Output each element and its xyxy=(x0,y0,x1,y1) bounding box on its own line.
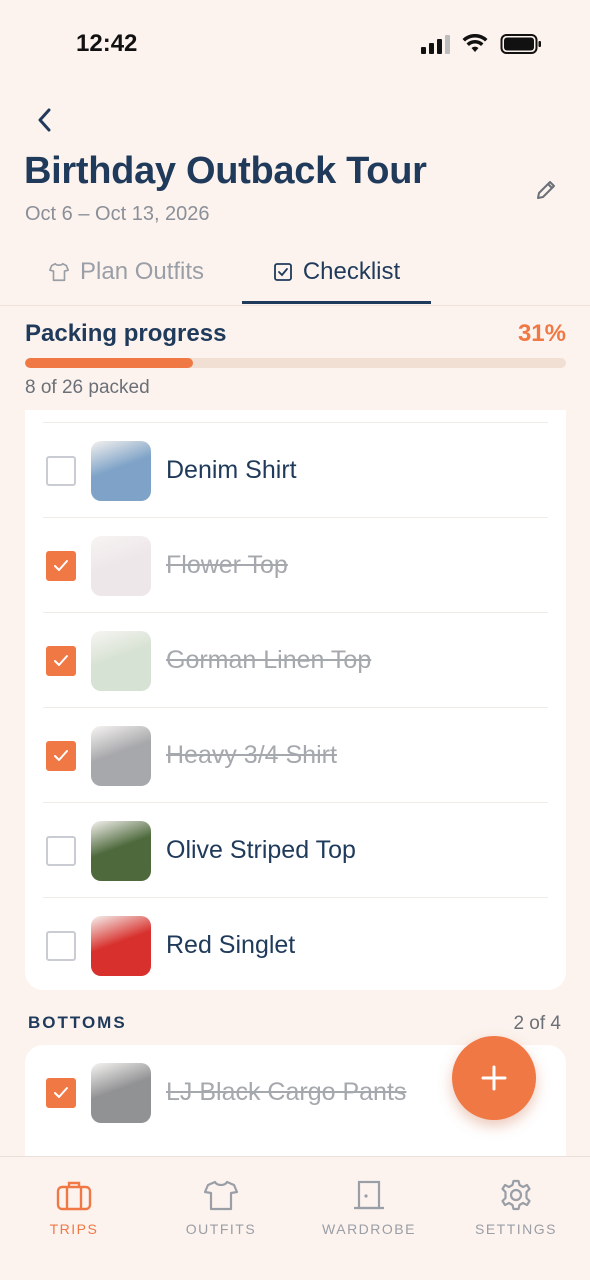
progress-header: Packing progress 31% xyxy=(25,320,566,348)
suitcase-icon xyxy=(56,1181,92,1211)
nav-trips[interactable]: TRIPS xyxy=(14,1179,134,1237)
checkbox-unchecked[interactable] xyxy=(46,836,76,866)
nav-trips-label: TRIPS xyxy=(49,1221,99,1237)
edit-trip-button[interactable] xyxy=(532,176,560,204)
checkbox-checked[interactable] xyxy=(46,551,76,581)
checklist-item[interactable]: Olive Striped Top xyxy=(43,802,548,897)
checkmark-icon xyxy=(54,1087,68,1098)
progress-bar xyxy=(25,358,566,368)
gear-icon xyxy=(501,1179,531,1211)
checkbox-unchecked[interactable] xyxy=(46,456,76,486)
section-count-bottoms: 2 of 4 xyxy=(513,1013,561,1034)
section-heading-bottoms: BOTTOMS xyxy=(28,1013,127,1032)
checkbox-checked[interactable] xyxy=(46,646,76,676)
progress-count: 8 of 26 packed xyxy=(25,377,150,398)
nav-settings[interactable]: SETTINGS xyxy=(456,1179,576,1237)
item-label: Heavy 3/4 Shirt xyxy=(166,741,337,769)
tab-bar: Plan Outfits Checklist xyxy=(0,240,590,306)
checkbox-checked[interactable] xyxy=(46,741,76,771)
progress-label: Packing progress xyxy=(25,320,227,347)
chevron-left-icon xyxy=(38,108,51,132)
bottom-nav: TRIPS OUTFITS WARDROBE SETTINGS xyxy=(0,1156,590,1280)
nav-wardrobe[interactable]: WARDROBE xyxy=(309,1179,429,1237)
tops-card: Denim Shirt Flower Top Gorman Linen Top Hea… xyxy=(25,410,566,990)
item-thumbnail xyxy=(91,916,151,976)
checklist-item[interactable]: Gorman Linen Top xyxy=(43,612,548,707)
add-item-button[interactable] xyxy=(452,1036,536,1120)
item-label: Flower Top xyxy=(166,551,288,579)
tab-checklist[interactable]: Checklist xyxy=(242,240,431,304)
checklist-item[interactable]: Flower Top xyxy=(43,517,548,612)
item-label: LJ Black Cargo Pants xyxy=(166,1078,407,1106)
checkbox-icon xyxy=(273,263,292,281)
item-thumbnail xyxy=(91,631,151,691)
item-thumbnail xyxy=(91,536,151,596)
progress-percent: 31% xyxy=(517,320,566,347)
checkbox-unchecked[interactable] xyxy=(46,931,76,961)
signal-icon xyxy=(421,35,450,54)
checkmark-icon xyxy=(54,750,68,761)
checkmark-icon xyxy=(54,655,68,666)
item-thumbnail xyxy=(91,726,151,786)
nav-outfits-label: OUTFITS xyxy=(185,1221,257,1237)
item-label: Denim Shirt xyxy=(166,456,297,484)
plus-icon xyxy=(481,1065,507,1091)
checkmark-icon xyxy=(54,560,68,571)
item-thumbnail xyxy=(91,441,151,501)
status-icons xyxy=(420,33,542,55)
tab-plan-outfits[interactable]: Plan Outfits xyxy=(48,240,204,304)
nav-wardrobe-label: WARDROBE xyxy=(322,1221,416,1237)
tab-plan-outfits-label: Plan Outfits xyxy=(80,258,205,285)
page-title: Birthday Outback Tour xyxy=(24,150,427,192)
shirt-icon xyxy=(49,262,69,282)
nav-settings-label: SETTINGS xyxy=(474,1221,557,1237)
checklist-item[interactable]: Denim Shirt xyxy=(43,422,548,517)
checklist-item[interactable]: Heavy 3/4 Shirt xyxy=(43,707,548,802)
checklist-item[interactable]: Red Singlet xyxy=(43,897,548,992)
back-button[interactable] xyxy=(28,104,60,136)
wifi-icon xyxy=(462,34,488,52)
item-thumbnail xyxy=(91,821,151,881)
shirt-icon xyxy=(203,1180,239,1211)
checkbox-checked[interactable] xyxy=(46,1078,76,1108)
door-icon xyxy=(354,1180,384,1210)
status-bar: 12:42 xyxy=(0,0,590,90)
active-tab-indicator xyxy=(242,301,431,304)
nav-outfits[interactable]: OUTFITS xyxy=(161,1179,281,1237)
tab-checklist-label: Checklist xyxy=(302,258,401,285)
battery-icon xyxy=(500,34,541,54)
progress-fill xyxy=(25,358,193,368)
item-thumbnail xyxy=(91,1063,151,1123)
status-time: 12:42 xyxy=(76,30,138,57)
pencil-icon xyxy=(537,181,555,199)
item-label: Gorman Linen Top xyxy=(166,646,372,674)
item-label: Red Singlet xyxy=(166,931,296,959)
trip-dates: Oct 6 – Oct 13, 2026 xyxy=(25,203,210,225)
item-label: Olive Striped Top xyxy=(166,836,356,864)
